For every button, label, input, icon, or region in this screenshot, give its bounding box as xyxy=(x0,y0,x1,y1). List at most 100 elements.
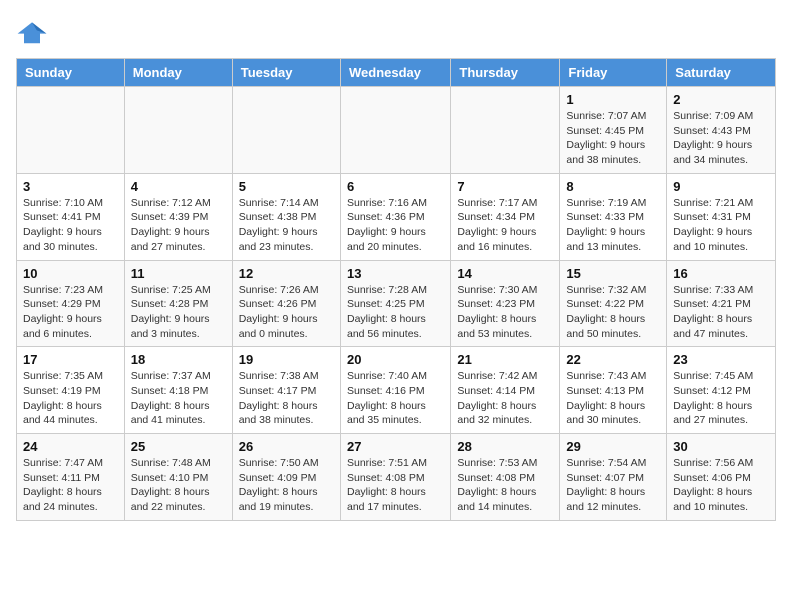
calendar-cell xyxy=(124,87,232,174)
calendar-cell: 5 Sunrise: 7:14 AM Sunset: 4:38 PM Daylig… xyxy=(232,173,340,260)
day-number: 21 xyxy=(457,352,553,367)
day-number: 20 xyxy=(347,352,444,367)
day-number: 17 xyxy=(23,352,118,367)
header xyxy=(16,16,776,48)
calendar-cell xyxy=(451,87,560,174)
calendar-cell: 6 Sunrise: 7:16 AM Sunset: 4:36 PM Daylig… xyxy=(340,173,450,260)
day-number: 22 xyxy=(566,352,660,367)
calendar-cell: 28Sunrise: 7:53 AM Sunset: 4:08 PM Dayli… xyxy=(451,434,560,521)
day-number: 8 xyxy=(566,179,660,194)
calendar-cell: 16Sunrise: 7:33 AM Sunset: 4:21 PM Dayli… xyxy=(667,260,776,347)
calendar-cell: 14 Sunrise: 7:30 AM Sunset: 4:23 PM Dayli… xyxy=(451,260,560,347)
week-row-5: 24 Sunrise: 7:47 AM Sunset: 4:11 PM Dayli… xyxy=(17,434,776,521)
day-info: Sunrise: 7:33 AM Sunset: 4:21 PM Dayligh… xyxy=(673,283,769,342)
day-info: Sunrise: 7:43 AM Sunset: 4:13 PM Dayligh… xyxy=(566,369,660,428)
day-info: Sunrise: 7:51 AM Sunset: 4:08 PM Dayligh… xyxy=(347,456,444,515)
calendar-cell: 12 Sunrise: 7:26 AM Sunset: 4:26 PM Dayli… xyxy=(232,260,340,347)
calendar: SundayMondayTuesdayWednesdayThursdayFrid… xyxy=(16,58,776,521)
day-info: Sunrise: 7:47 AM Sunset: 4:11 PM Dayligh… xyxy=(23,456,118,515)
day-info: Sunrise: 7:21 AM Sunset: 4:31 PM Dayligh… xyxy=(673,196,769,255)
calendar-cell: 30Sunrise: 7:56 AM Sunset: 4:06 PM Dayli… xyxy=(667,434,776,521)
day-info: Sunrise: 7:26 AM Sunset: 4:26 PM Dayligh… xyxy=(239,283,334,342)
day-info: Sunrise: 7:38 AM Sunset: 4:17 PM Dayligh… xyxy=(239,369,334,428)
day-number: 24 xyxy=(23,439,118,454)
day-info: Sunrise: 7:37 AM Sunset: 4:18 PM Dayligh… xyxy=(131,369,226,428)
day-info: Sunrise: 7:19 AM Sunset: 4:33 PM Dayligh… xyxy=(566,196,660,255)
week-row-4: 17 Sunrise: 7:35 AM Sunset: 4:19 PM Dayli… xyxy=(17,347,776,434)
day-number: 1 xyxy=(566,92,660,107)
day-info: Sunrise: 7:14 AM Sunset: 4:38 PM Dayligh… xyxy=(239,196,334,255)
day-number: 5 xyxy=(239,179,334,194)
day-number: 4 xyxy=(131,179,226,194)
day-info: Sunrise: 7:45 AM Sunset: 4:12 PM Dayligh… xyxy=(673,369,769,428)
logo xyxy=(16,16,52,48)
calendar-cell: 29Sunrise: 7:54 AM Sunset: 4:07 PM Dayli… xyxy=(560,434,667,521)
day-number: 15 xyxy=(566,266,660,281)
day-info: Sunrise: 7:16 AM Sunset: 4:36 PM Dayligh… xyxy=(347,196,444,255)
day-number: 9 xyxy=(673,179,769,194)
day-number: 7 xyxy=(457,179,553,194)
day-info: Sunrise: 7:35 AM Sunset: 4:19 PM Dayligh… xyxy=(23,369,118,428)
calendar-cell: 3 Sunrise: 7:10 AM Sunset: 4:41 PM Daylig… xyxy=(17,173,125,260)
calendar-cell xyxy=(340,87,450,174)
week-row-2: 3 Sunrise: 7:10 AM Sunset: 4:41 PM Daylig… xyxy=(17,173,776,260)
calendar-cell: 20 Sunrise: 7:40 AM Sunset: 4:16 PM Dayli… xyxy=(340,347,450,434)
calendar-cell xyxy=(232,87,340,174)
day-number: 2 xyxy=(673,92,769,107)
day-number: 11 xyxy=(131,266,226,281)
day-number: 14 xyxy=(457,266,553,281)
day-info: Sunrise: 7:07 AM Sunset: 4:45 PM Dayligh… xyxy=(566,109,660,168)
calendar-cell: 24 Sunrise: 7:47 AM Sunset: 4:11 PM Dayli… xyxy=(17,434,125,521)
day-info: Sunrise: 7:48 AM Sunset: 4:10 PM Dayligh… xyxy=(131,456,226,515)
weekday-header-thursday: Thursday xyxy=(451,59,560,87)
day-number: 3 xyxy=(23,179,118,194)
calendar-cell: 1 Sunrise: 7:07 AM Sunset: 4:45 PM Daylig… xyxy=(560,87,667,174)
calendar-cell: 22 Sunrise: 7:43 AM Sunset: 4:13 PM Dayli… xyxy=(560,347,667,434)
day-info: Sunrise: 7:12 AM Sunset: 4:39 PM Dayligh… xyxy=(131,196,226,255)
calendar-cell: 8 Sunrise: 7:19 AM Sunset: 4:33 PM Daylig… xyxy=(560,173,667,260)
day-number: 27 xyxy=(347,439,444,454)
day-info: Sunrise: 7:50 AM Sunset: 4:09 PM Dayligh… xyxy=(239,456,334,515)
day-number: 19 xyxy=(239,352,334,367)
calendar-cell: 19 Sunrise: 7:38 AM Sunset: 4:17 PM Dayli… xyxy=(232,347,340,434)
calendar-cell: 25 Sunrise: 7:48 AM Sunset: 4:10 PM Dayli… xyxy=(124,434,232,521)
day-info: Sunrise: 7:28 AM Sunset: 4:25 PM Dayligh… xyxy=(347,283,444,342)
day-info: Sunrise: 7:09 AM Sunset: 4:43 PM Dayligh… xyxy=(673,109,769,168)
day-number: 18 xyxy=(131,352,226,367)
calendar-cell: 11Sunrise: 7:25 AM Sunset: 4:28 PM Dayli… xyxy=(124,260,232,347)
calendar-cell: 7 Sunrise: 7:17 AM Sunset: 4:34 PM Daylig… xyxy=(451,173,560,260)
weekday-header-sunday: Sunday xyxy=(17,59,125,87)
day-info: Sunrise: 7:53 AM Sunset: 4:08 PM Dayligh… xyxy=(457,456,553,515)
day-info: Sunrise: 7:30 AM Sunset: 4:23 PM Dayligh… xyxy=(457,283,553,342)
day-number: 6 xyxy=(347,179,444,194)
weekday-header-row: SundayMondayTuesdayWednesdayThursdayFrid… xyxy=(17,59,776,87)
weekday-header-tuesday: Tuesday xyxy=(232,59,340,87)
day-info: Sunrise: 7:54 AM Sunset: 4:07 PM Dayligh… xyxy=(566,456,660,515)
calendar-cell: 2 Sunrise: 7:09 AM Sunset: 4:43 PM Daylig… xyxy=(667,87,776,174)
day-info: Sunrise: 7:40 AM Sunset: 4:16 PM Dayligh… xyxy=(347,369,444,428)
calendar-cell: 21 Sunrise: 7:42 AM Sunset: 4:14 PM Dayli… xyxy=(451,347,560,434)
weekday-header-friday: Friday xyxy=(560,59,667,87)
day-number: 26 xyxy=(239,439,334,454)
day-number: 13 xyxy=(347,266,444,281)
day-info: Sunrise: 7:17 AM Sunset: 4:34 PM Dayligh… xyxy=(457,196,553,255)
day-number: 10 xyxy=(23,266,118,281)
calendar-cell: 27 Sunrise: 7:51 AM Sunset: 4:08 PM Dayli… xyxy=(340,434,450,521)
calendar-cell xyxy=(17,87,125,174)
calendar-cell: 18 Sunrise: 7:37 AM Sunset: 4:18 PM Dayli… xyxy=(124,347,232,434)
day-number: 12 xyxy=(239,266,334,281)
calendar-cell: 15 Sunrise: 7:32 AM Sunset: 4:22 PM Dayli… xyxy=(560,260,667,347)
logo-icon xyxy=(16,16,48,48)
calendar-cell: 17 Sunrise: 7:35 AM Sunset: 4:19 PM Dayli… xyxy=(17,347,125,434)
calendar-cell: 23Sunrise: 7:45 AM Sunset: 4:12 PM Dayli… xyxy=(667,347,776,434)
weekday-header-wednesday: Wednesday xyxy=(340,59,450,87)
calendar-cell: 13 Sunrise: 7:28 AM Sunset: 4:25 PM Dayli… xyxy=(340,260,450,347)
day-info: Sunrise: 7:32 AM Sunset: 4:22 PM Dayligh… xyxy=(566,283,660,342)
day-info: Sunrise: 7:10 AM Sunset: 4:41 PM Dayligh… xyxy=(23,196,118,255)
day-info: Sunrise: 7:42 AM Sunset: 4:14 PM Dayligh… xyxy=(457,369,553,428)
weekday-header-saturday: Saturday xyxy=(667,59,776,87)
calendar-cell: 10 Sunrise: 7:23 AM Sunset: 4:29 PM Dayli… xyxy=(17,260,125,347)
calendar-cell: 9 Sunrise: 7:21 AM Sunset: 4:31 PM Daylig… xyxy=(667,173,776,260)
day-info: Sunrise: 7:23 AM Sunset: 4:29 PM Dayligh… xyxy=(23,283,118,342)
day-number: 25 xyxy=(131,439,226,454)
